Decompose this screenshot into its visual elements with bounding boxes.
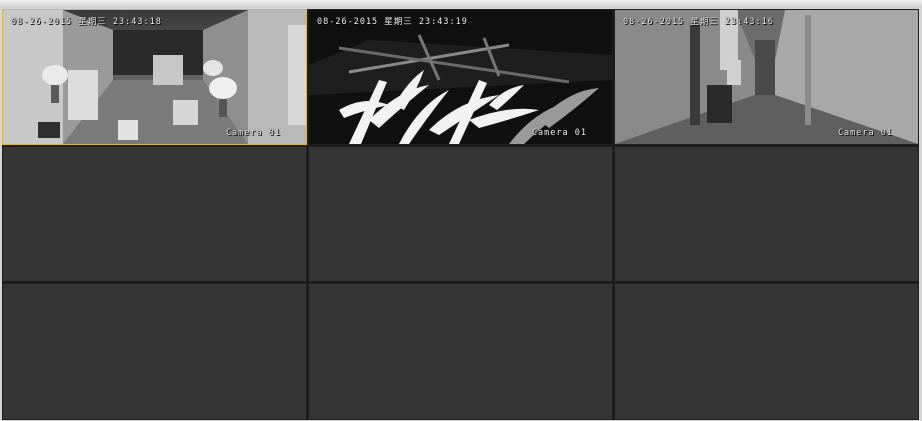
camera-tile-1[interactable]: 08-26-2015 星期三 23:43:18 Camera 01 [2,9,307,145]
camera-tile-3[interactable]: 08-26-2015 星期三 23:43:16 Camera 01 [614,9,919,145]
camera-label: Camera 01 [225,128,281,138]
camera-tile-8[interactable] [308,283,613,420]
video-feed [3,10,306,144]
camera-tile-5[interactable] [308,146,613,282]
camera-tile-9[interactable] [614,283,919,420]
video-feed [309,10,612,144]
camera-grid: 08-26-2015 星期三 23:43:18 Camera 01 08-26-… [2,9,919,420]
top-toolbar [0,0,922,8]
camera-tile-4[interactable] [2,146,307,282]
video-feed [615,10,918,144]
timestamp-overlay: 08-26-2015 星期三 23:43:16 [623,17,774,27]
camera-label: Camera 01 [837,128,893,138]
camera-tile-6[interactable] [614,146,919,282]
timestamp-overlay: 08-26-2015 星期三 23:43:18 [11,17,162,27]
camera-tile-7[interactable] [2,283,307,420]
camera-tile-2[interactable]: 08-26-2015 星期三 23:43:19 Camera 01 [308,9,613,145]
camera-label: Camera 01 [531,128,587,138]
timestamp-overlay: 08-26-2015 星期三 23:43:19 [317,17,468,27]
